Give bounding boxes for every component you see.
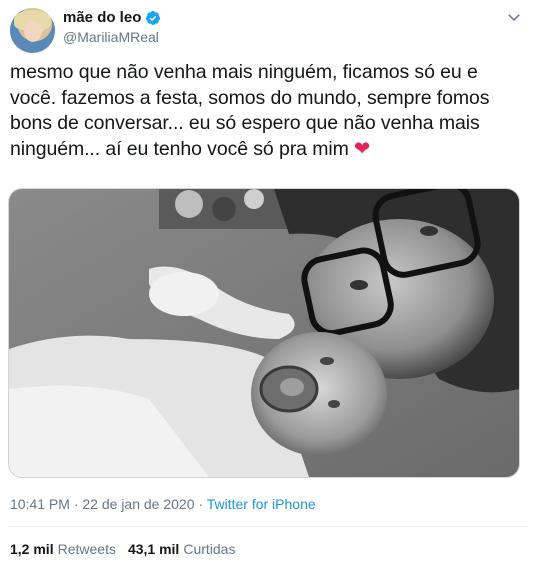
tweet-photo[interactable] bbox=[8, 188, 520, 478]
likes-stat[interactable]: 43,1 mil Curtidas bbox=[128, 541, 236, 557]
tweet-time[interactable]: 10:41 PM bbox=[10, 496, 70, 512]
meta-separator-1: · bbox=[69, 496, 83, 512]
meta-separator-2: · bbox=[194, 496, 207, 512]
likes-count: 43,1 mil bbox=[127, 541, 180, 557]
retweets-stat[interactable]: 1,2 mil Retweets bbox=[10, 541, 116, 557]
verified-badge-icon bbox=[146, 10, 161, 25]
tweet-stats: 1,2 mil Retweets 43,1 mil Curtidas bbox=[10, 541, 235, 557]
likes-label: Curtidas bbox=[183, 541, 236, 557]
tweet-source-link[interactable]: Twitter for iPhone bbox=[207, 496, 316, 512]
heart-emoji-icon: ❤ bbox=[354, 137, 371, 160]
avatar[interactable] bbox=[10, 8, 55, 53]
tweet-meta: 10:41 PM · 22 de jan de 2020 · Twitter f… bbox=[10, 496, 316, 512]
retweets-count: 1,2 mil bbox=[10, 541, 54, 557]
avatar-face bbox=[24, 20, 42, 42]
tweet-date[interactable]: 22 de jan de 2020 bbox=[82, 496, 194, 512]
divider bbox=[8, 526, 528, 527]
tweet-text-container: mesmo que não venha mais ninguém, ficamo… bbox=[10, 60, 525, 162]
user-handle[interactable]: @MariliaMReal bbox=[63, 29, 159, 45]
chevron-down-icon[interactable] bbox=[505, 8, 523, 26]
user-name-row[interactable]: mãe do leo bbox=[63, 9, 161, 26]
photo-image bbox=[9, 189, 519, 477]
user-name[interactable]: mãe do leo bbox=[63, 9, 141, 26]
retweets-label: Retweets bbox=[57, 541, 116, 557]
tweet-text: mesmo que não venha mais ninguém, ficamo… bbox=[10, 61, 490, 160]
